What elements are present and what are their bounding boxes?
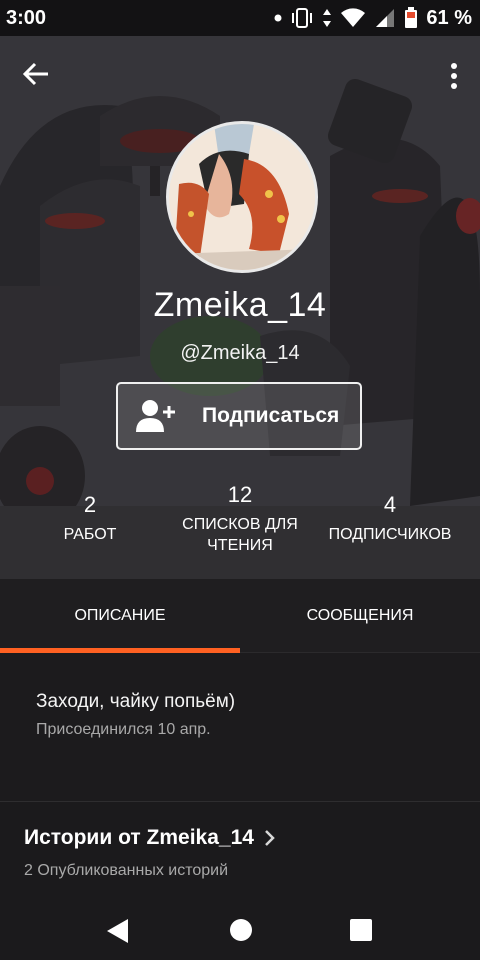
nav-home-icon[interactable] — [229, 918, 253, 942]
system-nav-bar — [0, 900, 480, 960]
stat-reading-lists-label: СПИСКОВ ДЛЯ ЧТЕНИЯ — [182, 516, 298, 554]
wifi-icon — [341, 8, 366, 27]
avatar[interactable] — [166, 121, 318, 273]
joined-date: Присоединился 10 апр. — [36, 721, 211, 738]
vibrate-icon — [292, 8, 313, 28]
about-text: Заходи, чайку попьём) — [36, 691, 236, 712]
notification-dot-icon — [274, 14, 282, 22]
stories-count: 2 Опубликованных историй — [24, 862, 229, 879]
stat-works[interactable]: 2 РАБОТ — [40, 492, 140, 545]
username-handle: @Zmeika_14 — [180, 342, 300, 364]
status-time: 3:00 — [6, 6, 47, 29]
stories-link[interactable]: Истории от Zmeika_14 — [24, 826, 276, 850]
about-section: Заходи, чайку попьём) Присоединился 10 а… — [0, 653, 480, 802]
stat-followers-value: 4 — [383, 492, 397, 517]
stat-followers-label: ПОДПИСЧИКОВ — [328, 526, 452, 543]
stat-reading-lists-value: 12 — [227, 482, 253, 507]
tab-description[interactable]: ОПИСАНИЕ — [0, 579, 240, 652]
more-vertical-icon[interactable] — [450, 62, 458, 90]
nav-back-icon[interactable] — [106, 918, 130, 944]
display-name: Zmeika_14 — [153, 286, 327, 324]
data-arrows-icon — [323, 9, 332, 27]
profile-tabs: ОПИСАНИЕ СООБЩЕНИЯ — [0, 579, 480, 653]
nav-recent-icon[interactable] — [349, 918, 373, 942]
chevron-right-icon — [265, 830, 275, 846]
back-arrow-icon[interactable] — [22, 60, 50, 88]
battery-icon — [405, 7, 418, 28]
cell-signal-icon — [376, 9, 395, 27]
stat-works-value: 2 — [83, 492, 97, 517]
follow-button[interactable]: Подписаться — [116, 382, 362, 450]
stat-reading-lists[interactable]: 12 СПИСКОВ ДЛЯ ЧТЕНИЯ — [165, 482, 315, 556]
stories-title: Истории от Zmeika_14 — [24, 826, 254, 849]
stat-works-label: РАБОТ — [63, 526, 117, 543]
status-icons: 61 % — [274, 7, 472, 30]
tab-messages[interactable]: СООБЩЕНИЯ — [240, 579, 480, 652]
profile-header: Zmeika_14 @Zmeika_14 Подписаться 2 РАБОТ… — [0, 36, 480, 579]
avatar-image — [169, 124, 315, 270]
follow-button-label: Подписаться — [202, 404, 340, 427]
add-user-icon — [136, 400, 175, 432]
status-bar: 3:00 61 % — [0, 0, 480, 36]
battery-percent: 61 % — [426, 6, 472, 29]
stat-followers[interactable]: 4 ПОДПИСЧИКОВ — [320, 492, 460, 545]
